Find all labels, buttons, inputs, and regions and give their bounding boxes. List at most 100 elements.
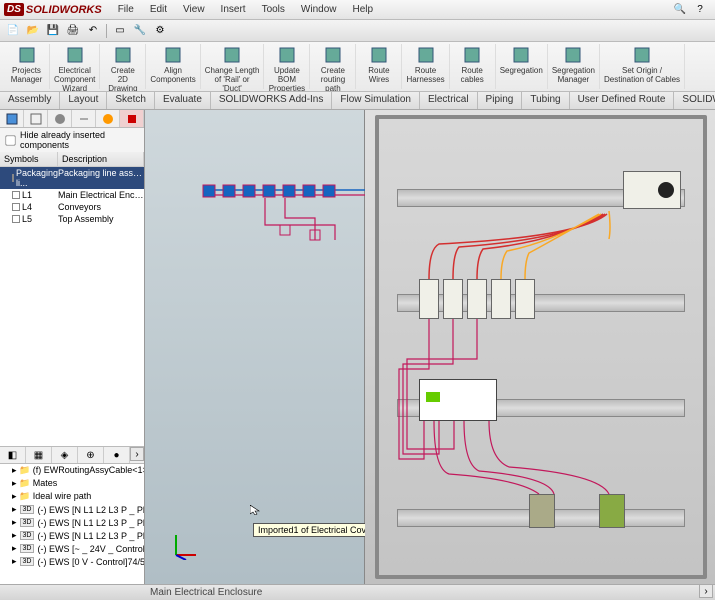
ribbon-icon [17, 45, 37, 65]
terminal-block-1 [529, 494, 555, 528]
collapse-panel-icon[interactable]: › [130, 447, 144, 461]
ribbon-create[interactable]: Create 2D Drawing [100, 44, 146, 89]
menubar: DS SOLIDWORKS FileEditViewInsertToolsWin… [0, 0, 715, 20]
menu-window[interactable]: Window [293, 2, 345, 17]
rebuild-icon[interactable]: 🔧 [133, 24, 147, 38]
scroll-tree-icon[interactable]: › [699, 584, 713, 598]
component-row[interactable]: L5Top Assembly [0, 213, 144, 225]
tree-item[interactable]: ▸ 3D (-) EWS [N L1 L2 L3 P _ Phase 3]14 [0, 529, 144, 542]
tab-layout[interactable]: Layout [60, 92, 107, 109]
tab-solidworks-mbd[interactable]: SOLIDWORKS MBD [674, 92, 715, 109]
ribbon-projects[interactable]: Projects Manager [4, 44, 50, 89]
ribbon-segregation[interactable]: Segregation Manager [548, 44, 600, 89]
tab-evaluate[interactable]: Evaluate [155, 92, 211, 109]
component-row[interactable]: L4Conveyors [0, 201, 144, 213]
row-checkbox-icon[interactable] [12, 174, 14, 182]
ribbon-create[interactable]: Create routing path [310, 44, 356, 89]
ribbon-route[interactable]: Route cables [450, 44, 496, 89]
quick-access-toolbar: 📄 📂 💾 🖨 ↶ ▭ 🔧 ⚙ [0, 20, 715, 42]
component-header: Symbols Description [0, 152, 144, 167]
search-icon[interactable]: 🔍 [673, 3, 687, 17]
menu-edit[interactable]: Edit [142, 2, 175, 17]
component-list: Packaging li...Packaging line asse...L1M… [0, 167, 144, 225]
lower-tab-2[interactable]: ▦ [26, 447, 52, 463]
breaker-5 [515, 279, 535, 319]
app-logo: DS SOLIDWORKS [4, 3, 102, 16]
menu-tools[interactable]: Tools [254, 2, 293, 17]
row-checkbox-icon[interactable] [12, 215, 20, 223]
tree-item[interactable]: ▸ 📁 Ideal wire path [0, 490, 144, 503]
config-tab[interactable] [48, 110, 72, 127]
ribbon-set-origin-[interactable]: Set Origin / Destination of Cables [600, 44, 685, 89]
tree-item[interactable]: ▸ 📁 Mates [0, 477, 144, 490]
select-icon[interactable]: ▭ [113, 24, 127, 38]
command-tabs: AssemblyLayoutSketchEvaluateSOLIDWORKS A… [0, 92, 715, 110]
feature-tree[interactable]: ▸ 📁 (f) EWRoutingAssyCable<1> (Defa▸ 📁 M… [0, 464, 144, 584]
property-tab[interactable] [24, 110, 48, 127]
row-checkbox-icon[interactable] [12, 191, 20, 199]
ribbon-icon [563, 45, 583, 65]
lower-tab-4[interactable]: ⊕ [78, 447, 104, 463]
tab-user-defined-route[interactable]: User Defined Route [570, 92, 675, 109]
ribbon-icon [65, 45, 85, 65]
breaker-4 [491, 279, 511, 319]
tab-solidworks-add-ins[interactable]: SOLIDWORKS Add-Ins [211, 92, 332, 109]
hide-inserted-checkbox[interactable]: Hide already inserted components [0, 128, 144, 152]
tab-assembly[interactable]: Assembly [0, 92, 60, 109]
dim-tab[interactable] [72, 110, 96, 127]
help-icon[interactable]: ? [693, 3, 707, 17]
app-name: SOLIDWORKS [26, 4, 102, 16]
new-icon[interactable]: 📄 [6, 24, 20, 38]
menu-help[interactable]: Help [345, 2, 382, 17]
ribbon-segregation[interactable]: Segregation [496, 44, 548, 89]
menu-view[interactable]: View [175, 2, 213, 17]
ribbon-icon [277, 45, 297, 65]
ribbon-electrical[interactable]: Electrical Component Wizard [50, 44, 100, 89]
lower-tab-3[interactable]: ◈ [52, 447, 78, 463]
left-model-view[interactable]: Imported1 of Electrical Cover(Default)<-… [145, 110, 365, 584]
undo-icon[interactable]: ↶ [86, 24, 100, 38]
ribbon-icon [222, 45, 242, 65]
electrical-enclosure [375, 115, 707, 579]
main-model-view[interactable] [365, 110, 715, 584]
ribbon-route[interactable]: Route Wires [356, 44, 402, 89]
lower-tab-5[interactable]: ● [104, 447, 130, 463]
tab-electrical[interactable]: Electrical [420, 92, 478, 109]
tab-tubing[interactable]: Tubing [522, 92, 569, 109]
ribbon-icon [113, 45, 133, 65]
menu-file[interactable]: File [110, 2, 142, 17]
display-tab[interactable] [96, 110, 120, 127]
menu-extras: 🔍 ? [673, 3, 715, 17]
ribbon-icon [511, 45, 531, 65]
open-icon[interactable]: 📂 [26, 24, 40, 38]
save-icon[interactable]: 💾 [46, 24, 60, 38]
component-row[interactable]: L1Main Electrical Enclo... [0, 189, 144, 201]
tab-sketch[interactable]: Sketch [107, 92, 155, 109]
options-icon[interactable]: ⚙ [153, 24, 167, 38]
ribbon-align[interactable]: Align Components [146, 44, 200, 89]
tab-flow-simulation[interactable]: Flow Simulation [332, 92, 420, 109]
menu-insert[interactable]: Insert [213, 2, 254, 17]
tab-piping[interactable]: Piping [478, 92, 523, 109]
row-checkbox-icon[interactable] [12, 203, 20, 211]
breaker-1 [419, 279, 439, 319]
tree-item[interactable]: ▸ 📁 (f) EWRoutingAssyCable<1> (Defa [0, 464, 144, 477]
feature-tree-tab[interactable] [0, 110, 24, 127]
tree-item[interactable]: ▸ 3D (-) EWS [N L1 L2 L3 P _ Phase 1]12 [0, 503, 144, 516]
hide-checkbox[interactable] [5, 135, 15, 145]
ribbon-update[interactable]: Update BOM Properties [264, 44, 310, 89]
tree-item[interactable]: ▸ 3D (-) EWS [0 V - Control]74/54 [0, 555, 144, 568]
component-row[interactable]: Packaging li...Packaging line asse... [0, 167, 144, 189]
status-text: Main Electrical Enclosure [150, 587, 262, 598]
tree-item[interactable]: ▸ 3D (-) EWS [~ _ 24V _ Control]19 [0, 542, 144, 555]
description-header[interactable]: Description [58, 152, 144, 166]
elec-tab[interactable] [120, 110, 144, 127]
ribbon-change-length[interactable]: Change Length of 'Rail' or 'Duct' [201, 44, 265, 89]
lower-tab-1[interactable]: ◧ [0, 447, 26, 463]
print-icon[interactable]: 🖨 [66, 24, 80, 38]
tree-item[interactable]: ▸ 3D (-) EWS [N L1 L2 L3 P _ Phase 2]13 [0, 516, 144, 529]
ribbon-route[interactable]: Route Harnesses [402, 44, 449, 89]
graphics-viewport[interactable]: Imported1 of Electrical Cover(Default)<-… [145, 110, 715, 584]
symbols-header[interactable]: Symbols [0, 152, 58, 166]
breaker-3 [467, 279, 487, 319]
